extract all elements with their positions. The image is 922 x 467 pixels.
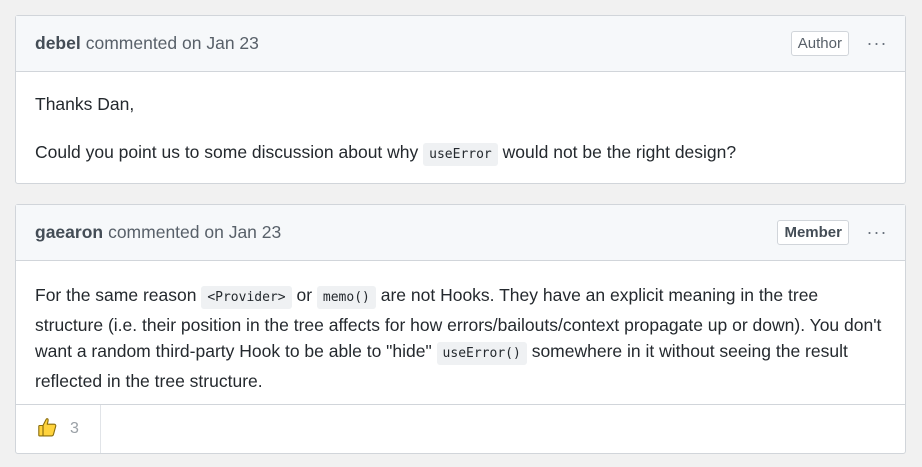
comment-paragraph: Thanks Dan, (35, 94, 135, 114)
comment-timestamp[interactable]: commented on Jan 23 (86, 33, 259, 54)
comment-text: or (291, 285, 317, 305)
comment-text: would not be the right design? (497, 141, 737, 162)
comment-body: For the same reason <Provider> or memo()… (16, 261, 905, 394)
author-badge: Author (790, 31, 849, 56)
comment-paragraph: For the same reason <Provider> or memo()… (35, 282, 886, 394)
comment-paragraph: Could you point us to some discussion ab… (35, 139, 886, 169)
inline-code: <Provider> (201, 286, 292, 309)
comment-timestamp[interactable]: commented on Jan 23 (108, 222, 281, 243)
comment-header: debel commented on Jan 23 Author ··· (16, 16, 905, 72)
comment-debel: debel commented on Jan 23 Author ··· Tha… (15, 15, 906, 184)
comment-body: Thanks Dan, Could you point us to some d… (16, 91, 905, 168)
reactions-bar: 3 (16, 404, 905, 453)
more-options-icon[interactable]: ··· (867, 33, 887, 54)
comment-author[interactable]: gaearon (35, 222, 103, 243)
comment-text: For the same reason (35, 285, 202, 305)
reaction-count: 3 (70, 420, 79, 437)
thumbs-up-icon (36, 415, 60, 444)
comment-gaearon: gaearon commented on Jan 23 Member ··· F… (15, 204, 906, 454)
comment-text: Could you point us to some discussion ab… (35, 141, 424, 162)
member-badge: Member (777, 220, 849, 245)
inline-code: useError() (436, 342, 527, 365)
comment-author[interactable]: debel (35, 33, 81, 54)
reaction-thumbs-up-button[interactable]: 3 (16, 405, 101, 453)
inline-code: memo() (316, 286, 376, 309)
comment-header: gaearon commented on Jan 23 Member ··· (16, 205, 905, 261)
more-options-icon[interactable]: ··· (867, 222, 887, 243)
inline-code: useError (423, 142, 498, 166)
